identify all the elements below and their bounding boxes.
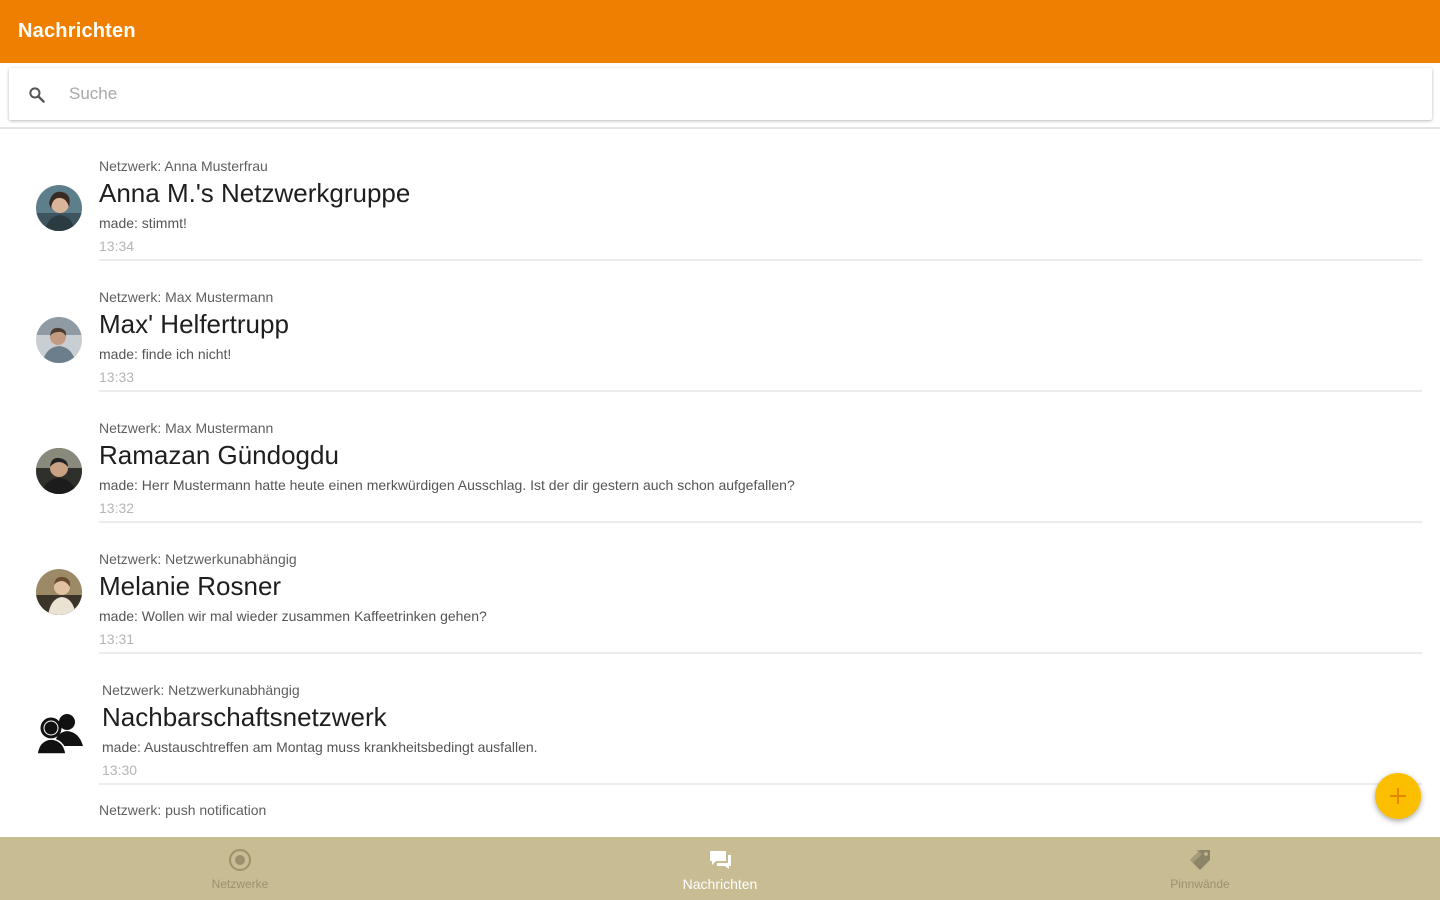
avatar [36,317,82,363]
message-preview: made: finde ich nicht! [99,346,232,362]
search-input[interactable] [67,78,1407,110]
nav-label: Nachrichten [682,876,758,892]
app-bar: Nachrichten [0,0,1440,63]
group-icon [36,714,83,755]
chat-icon [710,851,731,869]
list-item[interactable]: Netzwerk: Netzwerkunabhängig Melanie Ros… [0,523,1440,654]
message-preview: made: Herr Mustermann hatte heute einen … [99,477,795,493]
message-network: Netzwerk: Netzwerkunabhängig [99,551,297,567]
message-network: Netzwerk: Max Mustermann [99,420,274,436]
message-time: 13:31 [99,631,135,647]
network-icon [229,849,251,871]
page-title: Nachrichten [18,20,136,42]
avatar [34,710,86,756]
message-preview: made: Austauschtreffen am Montag muss kr… [102,739,538,755]
avatar [36,185,82,231]
message-network: Netzwerk: Max Mustermann [99,289,274,305]
message-title: Anna M.'s Netzwerkgruppe [99,178,411,208]
message-network: Netzwerk: Anna Musterfrau [99,158,268,174]
avatar-photo-icon [36,569,82,615]
bottom-navigation: Netzwerke Nachrichten Pinnwände [0,837,1440,900]
avatar [36,448,82,494]
message-network: Netzwerk: push notification [99,802,267,818]
search-divider [0,127,1440,129]
tag-icon [1190,850,1210,870]
list-item[interactable]: Netzwerk: Max Mustermann Ramazan Gündogd… [0,392,1440,523]
nav-label: Pinnwände [1170,877,1230,891]
message-time: 13:33 [99,369,135,385]
avatar-photo-icon [36,317,82,363]
nav-item-netzwerke[interactable]: Netzwerke [0,837,480,900]
message-title: Melanie Rosner [99,571,282,601]
message-preview: made: stimmt! [99,215,187,231]
message-network: Netzwerk: Netzwerkunabhängig [102,682,300,698]
search-bar[interactable] [9,68,1432,120]
message-title: Nachbarschaftsnetzwerk [102,702,387,732]
nav-item-pinnwaende[interactable]: Pinnwände [960,837,1440,900]
list-item[interactable]: Netzwerk: Max Mustermann Max' Helfertrup… [0,261,1440,392]
message-list[interactable]: Netzwerk: Anna Musterfrau Anna M.'s Netz… [0,130,1440,837]
nav-item-nachrichten[interactable]: Nachrichten [480,837,960,900]
message-title: Max' Helfertrupp [99,309,289,339]
avatar-photo-icon [36,185,82,231]
message-preview: made: Wollen wir mal wieder zusammen Kaf… [99,608,487,624]
list-item[interactable]: Netzwerk: Netzwerkunabhängig Nachbarscha… [0,654,1440,785]
search-icon [29,87,45,103]
list-item[interactable]: Netzwerk: push notification [0,785,1440,837]
avatar [36,569,82,615]
nav-label: Netzwerke [211,877,269,891]
avatar-photo-icon [36,448,82,494]
message-title: Ramazan Gündogdu [99,440,339,470]
message-time: 13:34 [99,238,135,254]
message-time: 13:30 [102,762,138,778]
list-item[interactable]: Netzwerk: Anna Musterfrau Anna M.'s Netz… [0,130,1440,261]
plus-icon [1390,788,1406,804]
message-time: 13:32 [99,500,135,516]
add-button[interactable] [1375,773,1421,819]
